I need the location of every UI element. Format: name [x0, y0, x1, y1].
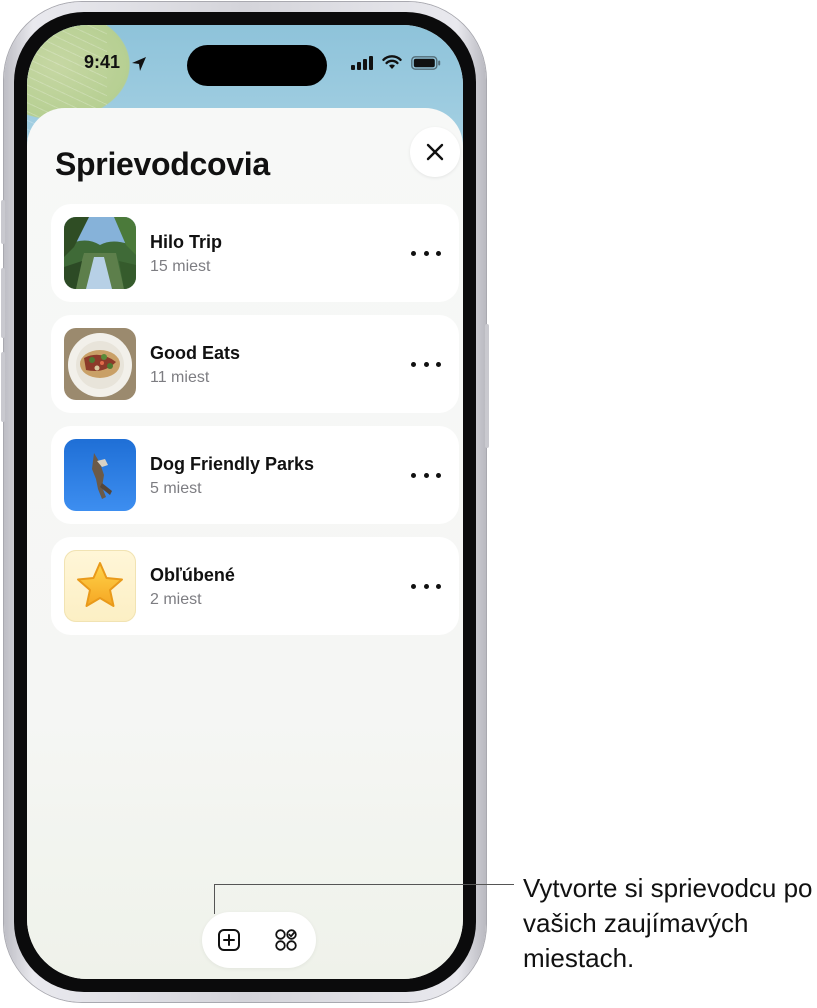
more-options-button[interactable]	[411, 573, 441, 599]
guides-toolbar	[202, 912, 316, 968]
phone-bezel: 9:41 Sprievodcovia Hilo Trip 15 miest Go…	[14, 12, 476, 992]
close-icon	[426, 143, 444, 161]
more-dot	[436, 583, 441, 589]
action-button	[1, 200, 5, 244]
callout-line-horizontal	[214, 884, 514, 885]
status-bar: 9:41	[27, 25, 463, 95]
guides-sheet: Sprievodcovia Hilo Trip 15 miest Good Ea…	[27, 108, 463, 979]
close-button[interactable]	[410, 127, 460, 177]
guide-card-hilo-trip[interactable]: Hilo Trip 15 miest	[51, 204, 459, 302]
cellular-signal-icon	[351, 55, 373, 70]
waterfall-photo	[64, 217, 136, 289]
guide-name: Obľúbené	[150, 565, 235, 585]
battery-icon	[411, 55, 441, 70]
more-dot	[411, 583, 416, 589]
phone-frame: 9:41 Sprievodcovia Hilo Trip 15 miest Go…	[1, 2, 489, 1002]
guide-place-count: 11 miest	[150, 369, 210, 386]
volume-down-button	[1, 352, 5, 422]
screen: 9:41 Sprievodcovia Hilo Trip 15 miest Go…	[27, 25, 463, 979]
dog-jumping-photo	[64, 439, 136, 511]
guide-name: Hilo Trip	[150, 232, 222, 252]
food-plate-photo	[64, 328, 136, 400]
more-dot	[411, 361, 416, 367]
status-icons	[351, 55, 441, 70]
guide-card-favorites[interactable]: Obľúbené 2 miest	[51, 537, 459, 635]
more-dot	[411, 250, 416, 256]
more-dot	[423, 472, 429, 478]
grid-circles-icon[interactable]	[274, 928, 298, 952]
dynamic-island	[187, 45, 327, 86]
sheet-title: Sprievodcovia	[55, 146, 270, 182]
more-dot	[423, 583, 429, 589]
star-icon	[77, 562, 123, 607]
guide-place-count: 15 miest	[150, 258, 211, 275]
more-options-button[interactable]	[411, 240, 441, 266]
location-arrow-icon	[132, 57, 146, 71]
more-dot	[436, 361, 441, 367]
more-dot	[436, 472, 441, 478]
guide-name: Dog Friendly Parks	[150, 454, 315, 474]
volume-up-button	[1, 268, 5, 338]
more-dot	[411, 472, 416, 478]
guide-card-dog-friendly-parks[interactable]: Dog Friendly Parks 5 miest	[51, 426, 459, 524]
plus-square-icon[interactable]	[217, 928, 241, 952]
guide-card-good-eats[interactable]: Good Eats 11 miest	[51, 315, 459, 413]
more-dot	[436, 250, 441, 256]
more-dot	[423, 361, 429, 367]
guide-place-count: 2 miest	[150, 591, 202, 608]
status-time: 9:41	[84, 52, 121, 72]
favorites-thumbnail	[64, 550, 136, 622]
guide-name: Good Eats	[150, 343, 241, 363]
callout-line-vertical	[214, 884, 215, 914]
more-options-button[interactable]	[411, 462, 441, 488]
wifi-icon	[382, 55, 402, 69]
more-dot	[423, 250, 429, 256]
callout-text: Vytvorte si sprievodcu po vašich zaujíma…	[523, 873, 813, 973]
guide-place-count: 5 miest	[150, 480, 202, 497]
power-button	[485, 324, 489, 448]
more-options-button[interactable]	[411, 351, 441, 377]
